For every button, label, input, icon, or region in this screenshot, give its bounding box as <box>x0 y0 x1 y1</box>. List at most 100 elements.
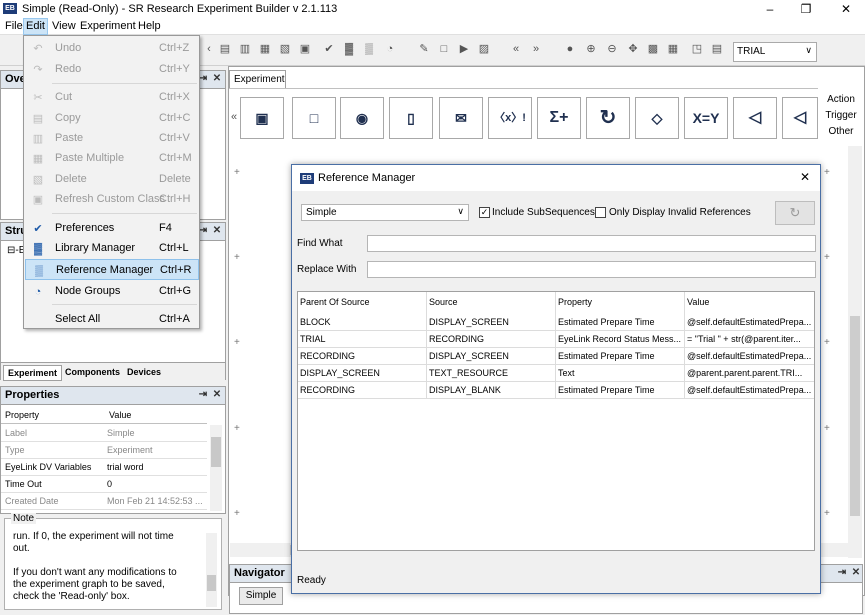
close-panel-icon[interactable]: ✕ <box>211 225 223 237</box>
menu-item-undo[interactable]: ↶ Undo Ctrl+Z <box>25 38 199 59</box>
menu-item-preferences[interactable]: ✔ Preferences F4 <box>25 218 199 239</box>
property-row[interactable]: Time Out 0 <box>1 476 207 493</box>
menu-item-copy[interactable]: ▤ Copy Ctrl+C <box>25 108 199 129</box>
build-tool-icon[interactable]: ▓ <box>342 42 356 56</box>
include-subsequences-checkbox[interactable]: ✓ <box>479 207 490 218</box>
note-scrollbar[interactable] <box>206 533 217 607</box>
menu-item-redo[interactable]: ↷ Redo Ctrl+Y <box>25 59 199 80</box>
refresh-button[interactable]: ↻ <box>775 201 815 225</box>
fit-icon[interactable]: ✥ <box>626 42 640 56</box>
loop-node-icon[interactable]: ◇ <box>635 97 679 139</box>
back-tool-icon[interactable]: « <box>509 42 523 56</box>
check-tool-icon[interactable]: ✔ <box>322 42 336 56</box>
table-row[interactable]: DISPLAY_SCREEN TEXT_RESOURCE Text @parent.p… <box>298 365 814 382</box>
side-tab-other[interactable]: Other <box>819 126 863 137</box>
forward-tool-icon[interactable]: » <box>529 42 543 56</box>
display-screen-icon[interactable]: ▣ <box>240 97 284 139</box>
grid-icon[interactable]: ▩ <box>646 42 660 56</box>
table-row[interactable]: TRIAL RECORDING EyeLink Record Status Mess… <box>298 331 814 348</box>
side-tab-trigger[interactable]: Trigger <box>819 110 863 121</box>
only-invalid-checkbox[interactable] <box>595 207 606 218</box>
find-what-input[interactable] <box>367 235 816 252</box>
menu-item-paste-multiple[interactable]: ▦ Paste Multiple Ctrl+M <box>25 148 199 169</box>
property-row[interactable]: EyeLink DV Variables trial word <box>1 459 207 476</box>
menu-item-paste[interactable]: ▥ Paste Ctrl+V <box>25 128 199 149</box>
property-row[interactable]: Created Date Mon Feb 21 14:52:53 ... <box>1 493 207 510</box>
pin-icon[interactable]: ⇥ <box>197 389 209 401</box>
minimize-icon[interactable]: – <box>756 1 784 17</box>
zoom-out-icon[interactable]: ⊖ <box>605 42 619 56</box>
run-tool-icon[interactable]: ▶ <box>457 42 471 56</box>
menu-item-node-groups[interactable]: ◔ Node Groups Ctrl+G <box>25 281 199 302</box>
col-property[interactable]: Property <box>556 292 685 314</box>
tab-devices[interactable]: Devices <box>127 367 161 377</box>
tab-experiment[interactable]: Experiment <box>3 365 63 381</box>
navigator-simple-button[interactable]: Simple <box>239 587 283 605</box>
export-icon[interactable]: ◳ <box>690 42 704 56</box>
menu-file[interactable]: File <box>5 20 23 32</box>
close-panel-icon[interactable]: ✕ <box>211 389 223 401</box>
menu-view[interactable]: View <box>52 20 76 32</box>
import-icon[interactable]: ▤ <box>710 42 724 56</box>
test-run-tool-icon[interactable]: ✎ <box>417 42 431 56</box>
close-panel-icon[interactable]: ✕ <box>211 73 223 85</box>
tab-components[interactable]: Components <box>65 367 120 377</box>
paste-tool-icon[interactable]: ▥ <box>238 42 252 56</box>
pin-icon[interactable]: ⇥ <box>836 567 848 579</box>
side-tab-action[interactable]: Action <box>819 94 863 105</box>
node-groups-tool-icon[interactable]: ◔ <box>383 42 397 56</box>
property-row[interactable]: Label Simple <box>1 425 207 442</box>
col-value[interactable]: Value <box>685 292 814 314</box>
menu-item-select-all[interactable]: Select All Ctrl+A <box>25 309 199 330</box>
tab-experiment-graph[interactable]: Experiment <box>229 70 286 88</box>
menu-item-cut[interactable]: ✂ Cut Ctrl+X <box>25 87 199 108</box>
include-subsequences-label: Include SubSequences <box>492 207 595 218</box>
copy-tool-icon[interactable]: ▤ <box>218 42 232 56</box>
delete-tool-icon[interactable]: ▧ <box>278 42 292 56</box>
dialog-close-icon[interactable]: ✕ <box>800 170 810 184</box>
settings-tool-icon[interactable]: ▣ <box>298 42 312 56</box>
menu-item-library-manager[interactable]: ▓ Library Manager Ctrl+L <box>25 238 199 259</box>
zoom-icon[interactable]: ● <box>563 42 577 56</box>
menu-help[interactable]: Help <box>138 20 161 32</box>
paste-multiple-icon: ▦ <box>32 153 44 165</box>
play-sound-icon[interactable]: ◁ <box>733 97 777 139</box>
send-el-message-icon[interactable]: ✉ <box>439 97 483 139</box>
trial-combo[interactable]: TRIAL ∨ <box>733 42 817 62</box>
maximize-icon[interactable]: ❐ <box>792 1 820 17</box>
menu-item-refresh-custom-class[interactable]: ▣ Refresh Custom Class Ctrl+H <box>25 189 199 210</box>
menu-item-reference-manager[interactable]: ▒ Reference Manager Ctrl+R <box>25 259 199 280</box>
eyelink-command-icon[interactable]: ▯ <box>389 97 433 139</box>
scope-combo[interactable]: Simple ∨ <box>301 204 469 221</box>
library-tool-icon[interactable]: ▒ <box>362 42 376 56</box>
col-parent-of-source[interactable]: Parent Of Source <box>298 292 427 314</box>
recycle-icon[interactable]: ↻ <box>586 97 630 139</box>
null-action-icon[interactable]: 〈x〉! <box>488 97 532 139</box>
close-panel-icon[interactable]: ✕ <box>850 567 862 579</box>
property-row[interactable]: Type Experiment <box>1 442 207 459</box>
update-attribute-icon[interactable]: X=Y <box>684 97 728 139</box>
drift-correct-icon[interactable]: □ <box>292 97 336 139</box>
add-to-accumulator-icon[interactable]: Σ+ <box>537 97 581 139</box>
paste-multiple-tool-icon[interactable]: ▦ <box>258 42 272 56</box>
menu-item-delete[interactable]: ▧ Delete Delete <box>25 169 199 190</box>
replace-with-input[interactable] <box>367 261 816 278</box>
zoom-in-icon[interactable]: ⊕ <box>584 42 598 56</box>
col-source[interactable]: Source <box>427 292 556 314</box>
menu-experiment[interactable]: Experiment <box>80 20 136 32</box>
palette-left-arrow-icon[interactable]: « <box>231 111 237 123</box>
properties-scrollbar[interactable] <box>210 425 222 511</box>
deploy-tool-icon[interactable]: □ <box>437 42 451 56</box>
menu-edit[interactable]: Edit <box>23 18 48 35</box>
layout-icon[interactable]: ▦ <box>666 42 680 56</box>
structure-tabs: Experiment Components Devices <box>1 362 225 381</box>
table-row[interactable]: RECORDING DISPLAY_SCREEN Estimated Prepare… <box>298 348 814 365</box>
close-icon[interactable]: ✕ <box>832 1 860 17</box>
sound-control-icon[interactable]: ◁ <box>782 97 818 139</box>
undo-tool-icon[interactable]: ‹ <box>202 42 216 56</box>
vertical-scrollbar[interactable] <box>848 146 862 558</box>
chart-tool-icon[interactable]: ▨ <box>477 42 491 56</box>
table-row[interactable]: BLOCK DISPLAY_SCREEN Estimated Prepare Tim… <box>298 314 814 331</box>
eye-camera-setup-icon[interactable]: ◉ <box>340 97 384 139</box>
table-row[interactable]: RECORDING DISPLAY_BLANK Estimated Prepare … <box>298 382 814 399</box>
